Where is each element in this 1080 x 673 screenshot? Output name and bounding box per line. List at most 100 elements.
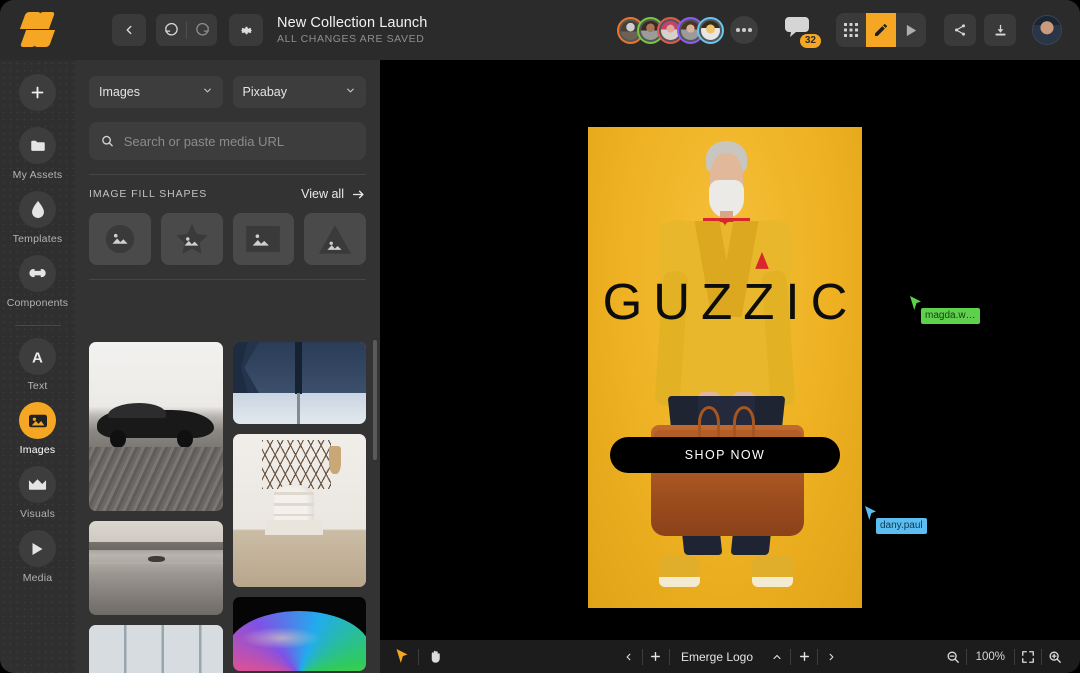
left-sidebar: My Assets Templates Components A Text <box>0 60 75 673</box>
chevron-down-icon <box>345 85 356 99</box>
zoom-level[interactable]: 100% <box>967 651 1014 663</box>
search-box[interactable] <box>89 122 366 160</box>
shape-star[interactable] <box>161 213 223 265</box>
source-select[interactable]: Pixabay <box>233 76 367 108</box>
add-page-button-right[interactable] <box>791 645 817 669</box>
view-all-link[interactable]: View all <box>301 187 366 201</box>
sidebar-label-images: Images <box>20 444 56 456</box>
zoom-in-button[interactable] <box>1042 645 1068 669</box>
zoom-out-button[interactable] <box>940 645 966 669</box>
zoom-in-icon <box>1048 650 1062 664</box>
shape-circle[interactable] <box>89 213 151 265</box>
thumb-bubble-macro[interactable] <box>233 597 367 670</box>
visuals-icon-wrap <box>19 466 56 503</box>
share-button[interactable] <box>944 14 976 46</box>
document-title-block: New Collection Launch ALL CHANGES ARE SA… <box>277 15 427 46</box>
thumb-vase-candle[interactable] <box>233 434 367 587</box>
media-icon-wrap <box>19 530 56 567</box>
sidebar-item-templates[interactable]: Templates <box>0 191 75 245</box>
next-page-button[interactable] <box>818 645 844 669</box>
panel-divider-2 <box>89 279 366 280</box>
zoom-controls: 100% <box>940 645 1080 669</box>
hand-icon <box>428 649 443 664</box>
puzzle-icon <box>28 267 48 281</box>
panel-scrollbar[interactable] <box>373 340 377 460</box>
edit-mode-button[interactable] <box>866 13 896 47</box>
poster-brand-text[interactable]: GUZZIC <box>588 272 862 331</box>
sidebar-label-text: Text <box>27 380 47 392</box>
thumb-architecture[interactable] <box>233 342 367 424</box>
document-actions <box>944 14 1016 46</box>
select-tool[interactable] <box>390 645 414 669</box>
account-avatar[interactable] <box>1032 15 1062 45</box>
previous-page-button[interactable] <box>616 645 642 669</box>
sidebar-item-visuals[interactable]: Visuals <box>0 466 75 520</box>
sidebar-label-components: Components <box>7 297 69 309</box>
chevron-right-icon <box>826 651 837 663</box>
sidebar-item-images[interactable]: Images <box>0 402 75 456</box>
page-title: New Collection Launch <box>277 15 427 32</box>
sidebar-item-my-assets[interactable]: My Assets <box>0 127 75 181</box>
add-page-button-left[interactable] <box>643 645 669 669</box>
current-page-name[interactable]: Emerge Logo <box>670 650 764 664</box>
sidebar-item-components[interactable]: Components <box>0 255 75 309</box>
undo-button[interactable] <box>156 14 186 46</box>
pages-list-button[interactable] <box>764 645 790 669</box>
gear-icon <box>239 23 254 38</box>
section-title: IMAGE FILL SHAPES <box>89 188 207 200</box>
view-all-label: View all <box>301 187 344 201</box>
search-icon <box>101 134 114 148</box>
chevron-left-icon <box>623 651 634 663</box>
droplet-icon <box>31 201 45 218</box>
back-button[interactable] <box>112 14 146 46</box>
comments-button[interactable]: 32 <box>784 15 814 45</box>
redo-icon <box>195 23 210 38</box>
text-icon-wrap: A <box>19 338 56 375</box>
view-mode-group <box>836 13 926 47</box>
hand-tool[interactable] <box>423 645 447 669</box>
present-mode-button[interactable] <box>896 13 926 47</box>
asset-type-value: Images <box>99 85 140 99</box>
source-value: Pixabay <box>243 85 287 99</box>
more-collaborators-button[interactable] <box>730 16 758 44</box>
add-button[interactable] <box>0 74 75 111</box>
fit-to-screen-button[interactable] <box>1015 645 1041 669</box>
arrow-right-icon <box>351 188 366 201</box>
app-window: New Collection Launch ALL CHANGES ARE SA… <box>0 0 1080 673</box>
sidebar-item-text[interactable]: A Text <box>0 338 75 392</box>
settings-button[interactable] <box>229 14 263 46</box>
sidebar-item-media[interactable]: Media <box>0 530 75 584</box>
download-icon <box>993 23 1008 38</box>
thumb-sports-car[interactable] <box>89 342 223 511</box>
sidebar-label-templates: Templates <box>13 233 63 245</box>
rectangle-image-fill-icon <box>244 224 282 254</box>
play-icon <box>31 542 44 556</box>
thumb-window-bench[interactable] <box>89 625 223 673</box>
thumb-lake-rower[interactable] <box>89 521 223 615</box>
grid-icon <box>844 23 858 37</box>
chevron-left-icon <box>122 23 136 37</box>
share-icon <box>953 23 967 37</box>
bottom-toolbar: Emerge Logo 100% <box>380 640 1080 673</box>
asset-type-select[interactable]: Images <box>89 76 223 108</box>
app-logo-icon[interactable] <box>22 12 54 48</box>
download-button[interactable] <box>984 14 1016 46</box>
canvas-area[interactable]: GUZZIC SHOP NOW magda.w… dany.paul <box>380 60 1080 673</box>
poster-artboard[interactable]: GUZZIC SHOP NOW <box>588 127 862 608</box>
search-input[interactable] <box>124 134 354 149</box>
fit-screen-icon <box>1021 650 1035 664</box>
grid-view-button[interactable] <box>836 13 866 47</box>
undo-icon <box>164 23 179 38</box>
redo-button[interactable] <box>187 14 217 46</box>
collaborator-avatar-5[interactable] <box>697 17 724 44</box>
image-results-grid <box>75 328 380 673</box>
shape-triangle[interactable] <box>304 213 366 265</box>
components-icon-wrap <box>19 255 56 292</box>
templates-icon-wrap <box>19 191 56 228</box>
my-assets-icon-wrap <box>19 127 56 164</box>
poster-cta-button[interactable]: SHOP NOW <box>610 437 840 473</box>
plus-icon <box>798 650 811 663</box>
shape-rect[interactable] <box>233 213 295 265</box>
dot-icon <box>748 28 752 32</box>
images-panel: Images Pixabay IMAGE FILL SHA <box>75 60 380 673</box>
